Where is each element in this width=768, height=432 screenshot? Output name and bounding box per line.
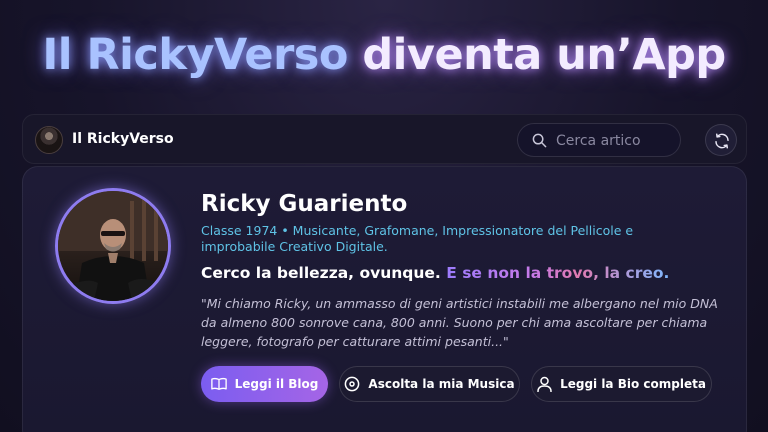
logo-avatar-icon[interactable] xyxy=(35,126,63,154)
read-blog-button[interactable]: Leggi il Blog xyxy=(201,366,328,402)
motto-part-1: Cerco la bellezza, ovunque. xyxy=(201,264,441,282)
read-blog-label: Leggi il Blog xyxy=(234,377,319,391)
headline-rest: diventa un’App xyxy=(347,30,726,80)
profile-card: Ricky Guariento Classe 1974 • Musicante,… xyxy=(22,166,747,432)
refresh-icon xyxy=(715,133,729,149)
top-navigation-bar: Il RickyVerso xyxy=(22,114,747,164)
profile-name: Ricky Guariento xyxy=(201,191,408,217)
profile-subtitle: Classe 1974 • Musicante, Grafomane, Impr… xyxy=(201,223,634,254)
headline-brand: Il RickyVerso xyxy=(42,30,348,80)
profile-photo xyxy=(55,188,171,304)
listen-music-button[interactable]: Ascolta la mia Musica xyxy=(339,366,520,402)
site-name[interactable]: Il RickyVerso xyxy=(72,131,174,147)
profile-quote: "Mi chiamo Ricky, un ammasso di geni art… xyxy=(201,296,718,349)
read-bio-button[interactable]: Leggi la Bio completa xyxy=(531,366,712,402)
search-input[interactable] xyxy=(556,130,674,152)
listen-music-label: Ascolta la mia Musica xyxy=(368,377,515,391)
user-icon xyxy=(537,376,552,392)
hero-headline: Il RickyVerso diventa un’App xyxy=(0,30,768,80)
search-box[interactable] xyxy=(517,123,681,157)
refresh-button[interactable] xyxy=(705,124,737,156)
motto-part-2: E se non la trovo, la creo. xyxy=(440,264,670,282)
read-bio-label: Leggi la Bio completa xyxy=(560,377,706,391)
search-icon xyxy=(532,133,547,148)
book-icon xyxy=(210,377,227,390)
person-silhouette-icon xyxy=(58,191,168,301)
disc-icon xyxy=(345,376,360,392)
profile-motto: Cerco la bellezza, ovunque. E se non la … xyxy=(201,264,669,282)
